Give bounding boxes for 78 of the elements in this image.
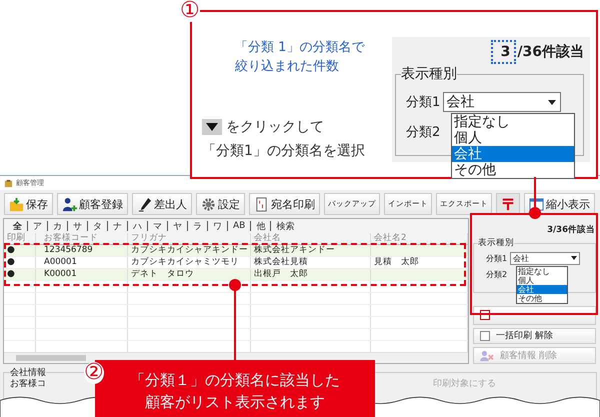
dropdown-option[interactable]: 個人 (517, 276, 567, 285)
person-delete-icon (480, 350, 494, 362)
index-tab[interactable]: カ (48, 220, 67, 232)
filter-label: 分類2 (406, 124, 440, 141)
toolbar-button[interactable]: 宛名印刷 (249, 193, 320, 215)
index-tab[interactable]: ナ (108, 220, 127, 232)
group-title: 会社情報 (10, 366, 46, 379)
label-sheet-icon (254, 196, 269, 212)
filter-label: 分類1 (486, 252, 508, 264)
person-add-icon (62, 196, 77, 212)
dropdown-field[interactable]: 会社 (510, 252, 580, 264)
folder-icon (9, 196, 24, 212)
table-cell: ● (7, 245, 15, 255)
column-header: 会社名2 (371, 233, 468, 244)
index-tab[interactable]: 全 (8, 220, 27, 232)
dropdown-option[interactable]: その他 (452, 162, 574, 178)
index-tab[interactable]: ヤ (168, 220, 187, 232)
dropdown-option[interactable]: 会社 (452, 146, 574, 162)
toolbar-button[interactable]: 差出人 (132, 193, 192, 215)
pen-icon (137, 196, 152, 212)
dropdown-option[interactable]: その他 (517, 294, 567, 303)
index-tab[interactable]: ハ (128, 220, 147, 232)
postal-button[interactable] (496, 193, 520, 215)
table-cell: 株式会社アキンドー (254, 245, 335, 255)
postal-mark-icon (501, 197, 515, 211)
instruction-text: 「分類1」の分類名を選択 (202, 142, 365, 160)
index-tab[interactable]: 検索 (271, 220, 300, 232)
column-header: フリガナ (128, 233, 251, 244)
dropdown-option[interactable]: 会社 (517, 285, 567, 294)
table-cell: ● (7, 269, 15, 279)
column-header: お客様コード (36, 233, 128, 244)
filter-label: 分類1 (406, 94, 440, 111)
index-tab[interactable]: ラ (188, 220, 207, 232)
dropdown-arrow-icon (548, 100, 556, 104)
field-label: お客様コ (10, 378, 46, 390)
step-number: ① (180, 0, 200, 22)
index-tab[interactable]: マ (148, 220, 167, 232)
index-tab[interactable]: サ (68, 220, 87, 232)
table-cell: A00001 (44, 257, 77, 267)
table-cell: デネト タロウ (131, 269, 194, 279)
index-tab[interactable]: AB (228, 221, 250, 231)
dropdown-option[interactable]: 指定なし (452, 114, 574, 130)
result-count: /36件該当 (517, 43, 584, 61)
result-count: 3/36件該当 (546, 224, 596, 236)
callout-text: 顧客がリスト表示されます (145, 392, 325, 412)
table-cell: 出根戸 太郎 (254, 269, 308, 279)
filter-label: 分類2 (486, 268, 508, 280)
table-cell: ● (7, 257, 15, 267)
table-cell: 株式会社見積 (254, 257, 308, 267)
count-highlight: 3 (490, 40, 516, 64)
table-cell: カブシキカイシャアキンドー (131, 245, 248, 255)
settings-icon (201, 196, 216, 212)
dropdown-option[interactable]: 指定なし (517, 267, 567, 276)
index-tab[interactable]: ア (28, 220, 47, 232)
table-cell: 見積 太郎 (374, 257, 419, 267)
checkbox-icon (480, 330, 490, 341)
callout-note: 絞り込まれた件数 (235, 58, 340, 76)
index-tab[interactable]: 他 (251, 220, 270, 232)
column-header: 会社名 (251, 233, 371, 244)
callout-text: 「分類１」の分類名に該当した (130, 370, 340, 390)
dropdown-option[interactable]: 個人 (452, 130, 574, 146)
table-cell: K00001 (44, 269, 77, 279)
index-tab[interactable]: ワ (208, 220, 227, 232)
checkbox-label: 印刷対象にする (433, 378, 496, 390)
dropdown-arrow-icon (571, 256, 578, 260)
dropdown-field[interactable]: 会社 (443, 92, 562, 112)
app-icon (4, 178, 13, 188)
callout-note: 「分類 1」の分類名で (235, 39, 364, 57)
instruction-text: をクリックして (226, 118, 324, 136)
side-button[interactable]: 一括印刷 解除 (473, 328, 596, 344)
group-title: 表示種別 (478, 237, 514, 249)
index-tab[interactable]: タ (88, 220, 107, 232)
toolbar-button[interactable]: 顧客登録 (57, 193, 128, 215)
table-cell: カブシキカイシャミツモリ (131, 257, 239, 267)
toolbar-button[interactable]: 設定 (196, 193, 245, 215)
table-cell: 123456789 (44, 245, 93, 255)
group-title: 表示種別 (401, 65, 457, 83)
toolbar-button[interactable]: 保存 (4, 193, 53, 215)
